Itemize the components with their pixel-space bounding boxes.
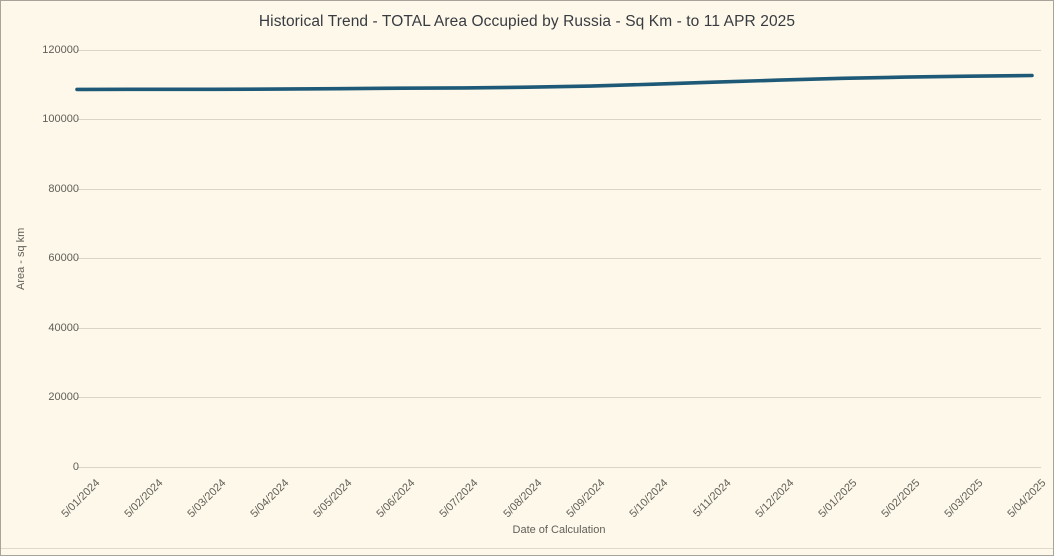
x-tick-label: 5/04/2025 <box>1005 477 1049 521</box>
y-tick-label: 20000 <box>48 391 79 403</box>
y-tick-label: 80000 <box>48 182 79 195</box>
x-tick-label: 5/03/2024 <box>185 477 229 521</box>
gridline <box>77 327 1041 329</box>
x-tick-label: 5/02/2024 <box>122 477 166 521</box>
x-tick-label: 5/11/2024 <box>690 477 734 520</box>
x-tick-label: 5/02/2025 <box>879 477 923 521</box>
chart-title: Historical Trend - TOTAL Area Occupied b… <box>258 13 796 30</box>
visual-boundary-line <box>1 548 1053 549</box>
x-tick-label: 5/05/2024 <box>311 477 355 521</box>
gridline <box>77 119 1041 120</box>
gridline <box>77 188 1041 190</box>
y-tick-label: 60000 <box>48 252 79 264</box>
y-tick-label: 0 <box>72 460 79 473</box>
line-chart: Historical Trend - TOTAL Area Occupied b… <box>0 0 1054 556</box>
x-tick-label: 5/07/2024 <box>437 477 481 521</box>
gridline <box>77 258 1041 259</box>
y-tick-label: 120000 <box>42 43 79 56</box>
x-tick-label: 5/01/2025 <box>816 477 860 521</box>
gridline <box>77 397 1041 398</box>
y-tick-label: 40000 <box>48 321 79 334</box>
y-axis-title: Area - sq km <box>15 227 27 290</box>
x-axis-title: Date of Calculation <box>512 524 606 536</box>
gridline <box>77 49 1041 51</box>
x-tick-label: 5/10/2024 <box>627 477 671 521</box>
x-tick-label: 5/04/2024 <box>248 477 292 521</box>
x-tick-label: 5/09/2024 <box>563 477 608 521</box>
x-tick-label: 5/01/2024 <box>59 477 103 521</box>
y-tick-label: 100000 <box>42 113 79 125</box>
x-tick-label: 5/06/2024 <box>374 477 418 521</box>
x-tick-label: 5/03/2025 <box>942 477 986 521</box>
plot-area <box>75 49 1041 468</box>
trend-line[interactable] <box>75 73 1034 92</box>
x-tick-label: 5/08/2024 <box>500 477 544 521</box>
gridline <box>77 466 1041 468</box>
x-tick-label: 5/12/2024 <box>753 477 797 521</box>
